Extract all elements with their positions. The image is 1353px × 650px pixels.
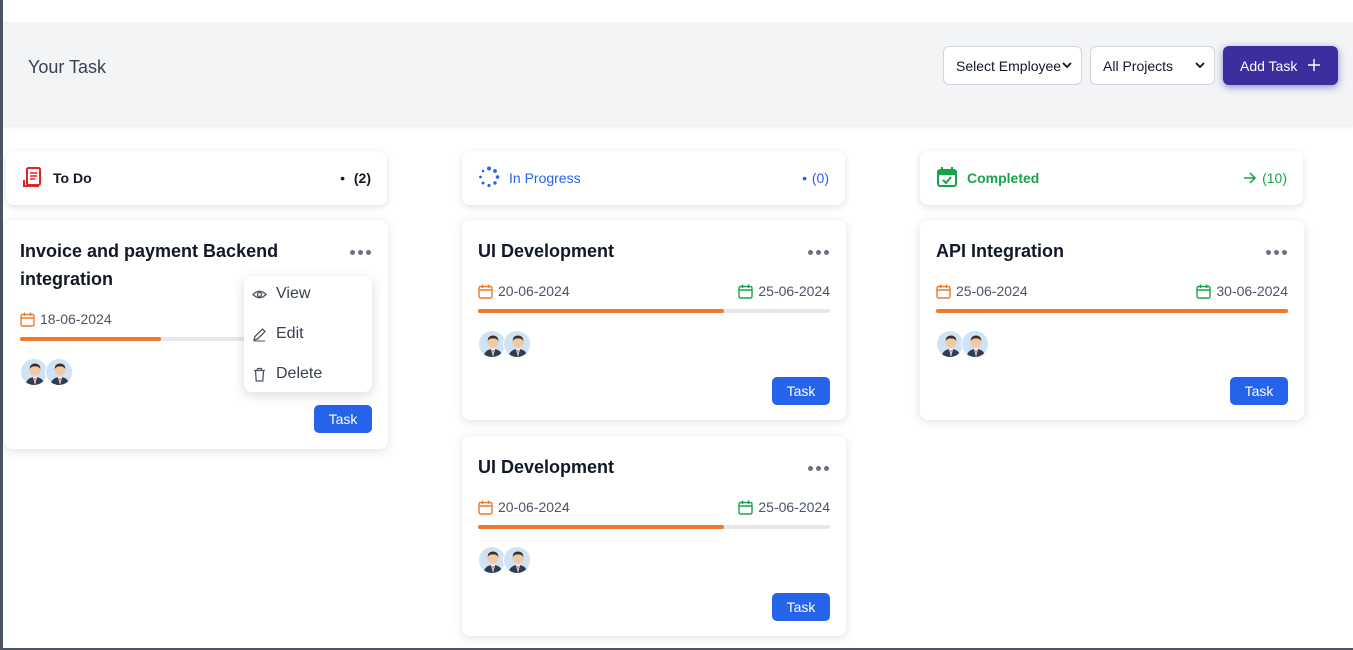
column-marker: • [340, 170, 345, 186]
assignee-avatars [478, 330, 538, 360]
task-button[interactable]: Task [772, 593, 830, 621]
column-count: (2) [353, 170, 371, 186]
page-title: Your Task [28, 57, 107, 77]
employee-select-value: Select Employee [956, 57, 1062, 74]
more-options-icon[interactable] [808, 248, 830, 256]
start-date-value: 25-06-2024 [956, 283, 1028, 299]
avatar [961, 330, 989, 358]
avatar [45, 358, 73, 386]
task-card[interactable]: UI Development 20-06-2024 25-06-2024 Tas… [462, 436, 846, 636]
progress-fill [478, 309, 725, 313]
task-button[interactable]: Task [314, 405, 372, 433]
menu-item-edit[interactable]: Edit [252, 319, 304, 349]
calendar-icon [20, 312, 35, 327]
progress-fill [478, 525, 725, 529]
pencil-icon [253, 327, 266, 341]
trash-icon [254, 367, 265, 382]
more-options-icon[interactable] [1266, 248, 1288, 256]
column-label: In Progress [509, 170, 581, 186]
column-label: Completed [967, 170, 1040, 186]
end-date-value: 30-06-2024 [1216, 283, 1288, 299]
task-card[interactable]: UI Development 20-06-2024 25-06-2024 Tas… [462, 220, 846, 420]
eye-icon [252, 290, 267, 298]
avatar [503, 330, 531, 358]
start-date: 20-06-2024 [478, 499, 570, 515]
calendar-icon [478, 500, 493, 515]
column-header-in-progress: In Progress • (0) [462, 151, 845, 205]
menu-item-label: View [276, 285, 311, 302]
menu-item-delete[interactable]: Delete [252, 359, 322, 389]
start-date: 25-06-2024 [936, 283, 1028, 299]
start-date-value: 20-06-2024 [498, 283, 570, 299]
menu-item-label: Edit [276, 325, 304, 342]
progress-bar [478, 309, 830, 313]
task-title: UI Development [478, 241, 615, 261]
receipt-icon [23, 167, 41, 187]
column-label: To Do [53, 170, 92, 186]
chevron-down-icon [1062, 62, 1072, 69]
progress-fill [20, 337, 161, 341]
end-date: 25-06-2024 [738, 499, 830, 515]
calendar-icon [1196, 284, 1212, 299]
calendar-check-icon [937, 167, 957, 187]
start-date: 20-06-2024 [478, 283, 570, 299]
arrow-right-icon [1244, 172, 1257, 184]
employee-select[interactable]: Select Employee [943, 46, 1082, 85]
progress-bar [478, 525, 830, 529]
progress-bar [936, 309, 1288, 313]
chevron-down-icon [1195, 62, 1205, 69]
end-date: 30-06-2024 [1196, 283, 1288, 299]
task-card[interactable]: API Integration 25-06-2024 30-06-2024 Ta… [920, 220, 1304, 420]
start-date-value: 20-06-2024 [498, 499, 570, 515]
end-date-value: 25-06-2024 [758, 499, 830, 515]
start-date-value: 18-06-2024 [40, 311, 112, 327]
page-header: Your Task Select Employee All Projects A… [3, 22, 1353, 125]
calendar-icon [936, 284, 951, 299]
spinner-icon [479, 166, 500, 188]
task-title: Invoice and payment Backend integration [20, 237, 278, 293]
calendar-icon [478, 284, 493, 299]
assignee-avatars [478, 546, 538, 576]
column-count: (10) [1262, 170, 1287, 186]
start-date: 18-06-2024 [20, 311, 112, 327]
task-button[interactable]: Task [1230, 377, 1288, 405]
avatar [478, 330, 506, 358]
avatar [936, 330, 964, 358]
menu-item-label: Delete [276, 365, 323, 382]
add-task-label: Add Task [1240, 57, 1298, 74]
progress-fill [936, 309, 1288, 313]
more-options-icon[interactable] [350, 248, 372, 256]
calendar-icon [738, 500, 754, 515]
task-title: UI Development [478, 457, 615, 477]
project-select[interactable]: All Projects [1090, 46, 1215, 85]
add-task-button[interactable]: Add Task [1223, 46, 1338, 85]
task-title-line: Invoice and payment Backend [20, 241, 279, 261]
column-count: (0) [811, 170, 829, 186]
assignee-avatars [936, 330, 996, 360]
end-date-value: 25-06-2024 [758, 283, 830, 299]
menu-item-view[interactable]: View [252, 279, 310, 309]
more-options-icon[interactable] [808, 464, 830, 472]
plus-icon [1308, 59, 1320, 71]
avatar [478, 546, 506, 574]
project-select-value: All Projects [1103, 57, 1174, 74]
task-title: API Integration [936, 241, 1065, 261]
avatar [503, 546, 531, 574]
column-header-completed: Completed (10) [920, 151, 1303, 205]
assignee-avatars [20, 358, 80, 388]
column-header-todo: To Do • (2) [6, 151, 387, 205]
end-date: 25-06-2024 [738, 283, 830, 299]
avatar [20, 358, 48, 386]
card-context-menu: View Edit Delete [244, 276, 372, 392]
calendar-icon [738, 284, 754, 299]
column-marker: • [802, 170, 807, 186]
task-title-line: integration [20, 269, 113, 289]
task-button[interactable]: Task [772, 377, 830, 405]
